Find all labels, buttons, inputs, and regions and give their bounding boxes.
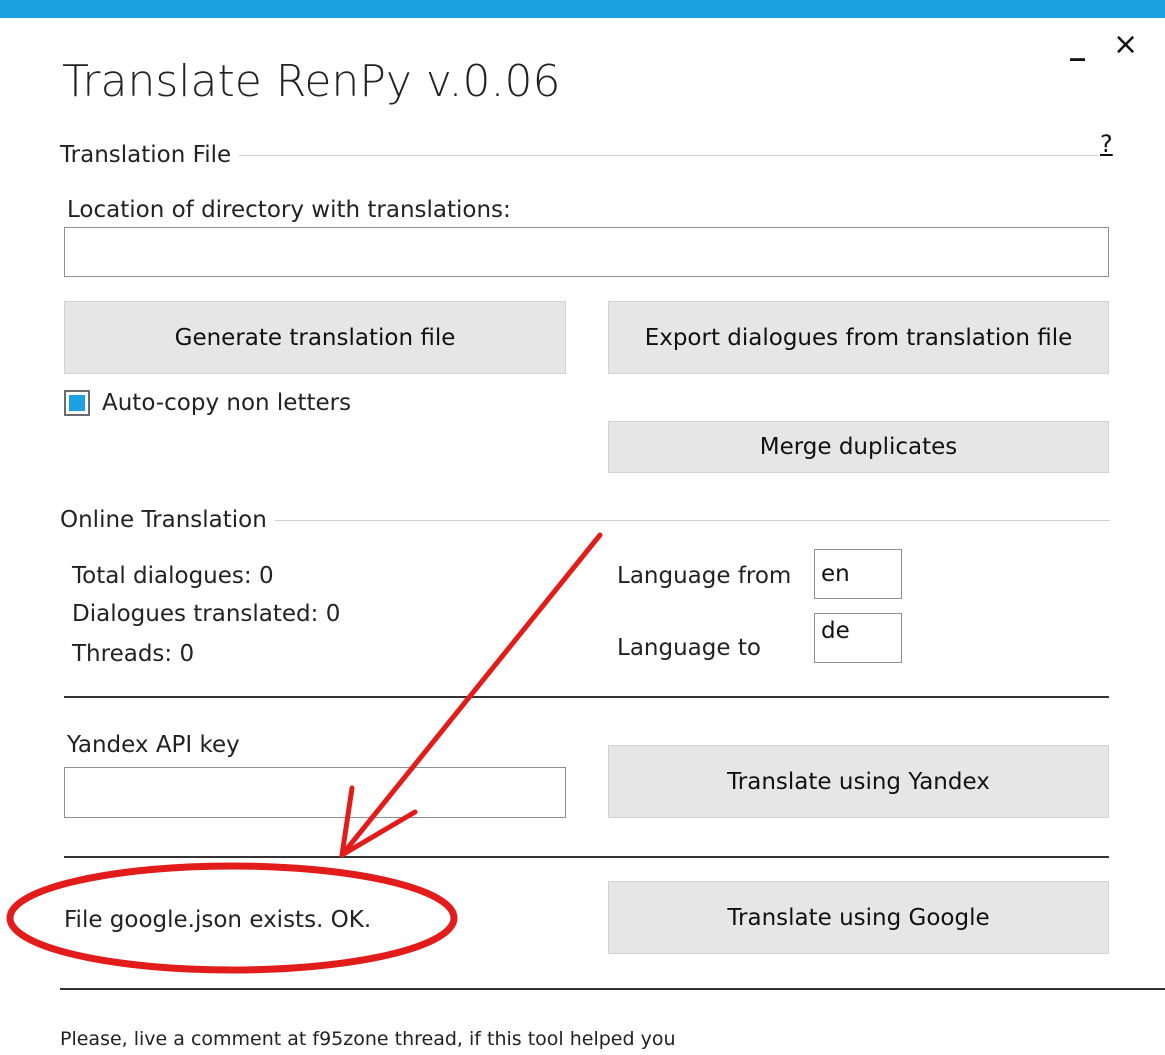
red-ellipse-icon [6,862,458,974]
annotation-overlay [6,532,603,974]
red-arrow-icon [339,532,603,858]
